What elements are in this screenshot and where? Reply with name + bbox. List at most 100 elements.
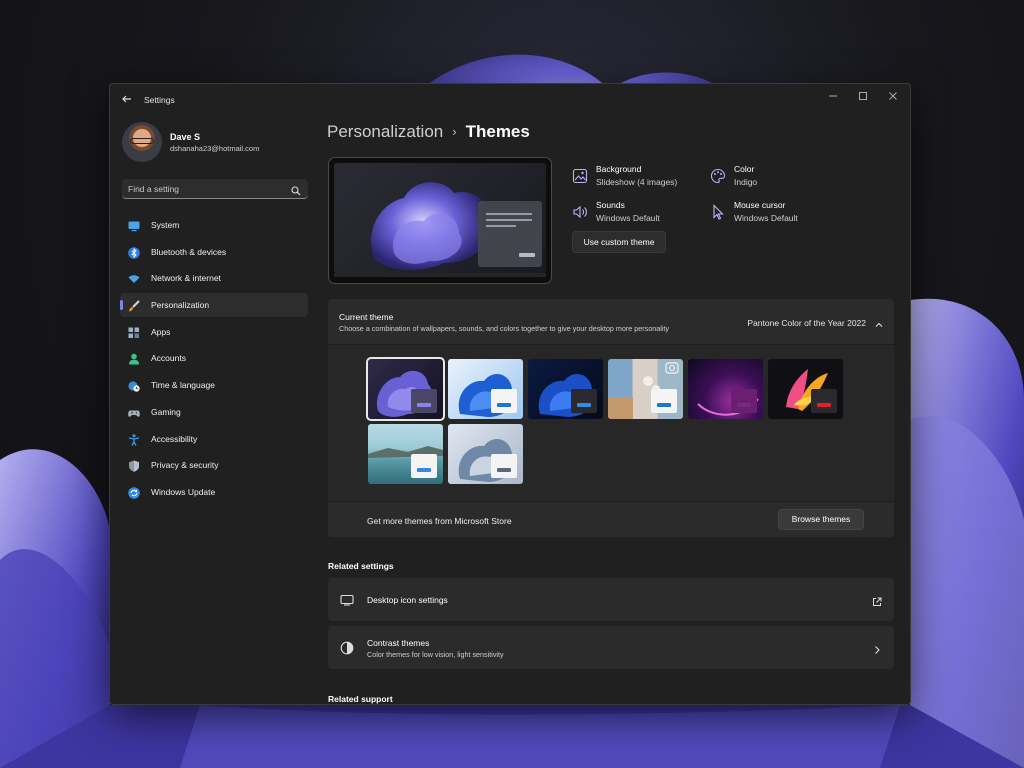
- app-title: Settings: [144, 95, 175, 105]
- contrast-themes-subtitle: Color themes for low vision, light sensi…: [367, 650, 504, 659]
- sidebar-item-windows-update[interactable]: Windows Update: [120, 480, 308, 504]
- desktop-icon-settings-row[interactable]: Desktop icon settings: [328, 578, 894, 621]
- sidebar-item-network[interactable]: Network & internet: [120, 266, 308, 290]
- breadcrumb: Personalization › Themes: [327, 122, 530, 142]
- theme-thumb-bloom-light[interactable]: [448, 424, 523, 484]
- browse-themes-button[interactable]: Browse themes: [778, 509, 864, 530]
- sidebar-item-personalization[interactable]: Personalization: [120, 293, 308, 318]
- close-button[interactable]: [878, 89, 908, 109]
- current-theme-subtitle: Choose a combination of wallpapers, soun…: [339, 324, 670, 333]
- brush-icon: [128, 299, 140, 312]
- search-box: [122, 179, 308, 199]
- preview-taskbar: [334, 273, 546, 277]
- sounds-value: Windows Default: [596, 213, 660, 223]
- theme-thumb-indigo-bloom[interactable]: [366, 357, 445, 421]
- sidebar-item-system[interactable]: System: [120, 213, 308, 237]
- sidebar-item-time-language[interactable]: Time & language: [120, 373, 308, 397]
- sidebar-item-label: Time & language: [151, 380, 215, 391]
- profile-email: dshanaha23@hotmail.com: [170, 144, 260, 153]
- theme-thumb-windows-dark[interactable]: [528, 359, 603, 419]
- cursor-icon: [710, 204, 726, 220]
- sidebar-item-accounts[interactable]: Accounts: [120, 346, 308, 370]
- store-row: Get more themes from Microsoft Store Bro…: [328, 501, 894, 537]
- preview-screen: [334, 163, 546, 273]
- maximize-button[interactable]: [848, 89, 878, 109]
- contrast-themes-title: Contrast themes: [367, 638, 430, 648]
- theme-gallery: [328, 345, 894, 501]
- search-input[interactable]: [128, 182, 278, 196]
- sidebar-item-label: Bluetooth & devices: [151, 246, 227, 257]
- monitor-icon: [128, 219, 140, 232]
- shield-icon: [128, 459, 140, 472]
- theme-thumb-flow[interactable]: [768, 359, 843, 419]
- back-arrow-icon[interactable]: [120, 93, 134, 107]
- chevron-right-icon: [872, 642, 882, 654]
- theme-thumb-glow[interactable]: [688, 359, 763, 419]
- current-theme-title: Current theme: [339, 312, 394, 322]
- wifi-icon: [128, 272, 140, 284]
- user-profile[interactable]: Dave S dshanaha23@hotmail.com: [122, 122, 312, 164]
- theme-thumb-captured-motion[interactable]: [608, 359, 683, 419]
- gamepad-icon: [128, 406, 140, 418]
- current-theme-header[interactable]: Current theme Choose a combination of wa…: [328, 299, 894, 345]
- desktop-icon: [340, 593, 354, 607]
- globe-clock-icon: [128, 379, 140, 392]
- background-setting[interactable]: Background Slideshow (4 images): [572, 164, 702, 192]
- color-title: Color: [734, 164, 755, 174]
- person-icon: [128, 352, 140, 365]
- sidebar-item-label: System: [151, 220, 180, 230]
- mouse-cursor-setting[interactable]: Mouse cursor Windows Default: [710, 200, 840, 228]
- breadcrumb-parent[interactable]: Personalization: [327, 122, 443, 141]
- related-support-heading: Related support: [328, 694, 393, 704]
- contrast-icon: [340, 641, 354, 655]
- store-text: Get more themes from Microsoft Store: [367, 516, 512, 526]
- sidebar-item-gaming[interactable]: Gaming: [120, 400, 308, 424]
- sidebar-item-bluetooth[interactable]: Bluetooth & devices: [120, 240, 308, 264]
- image-icon: [572, 168, 588, 184]
- title-bar: Settings: [110, 84, 910, 116]
- accessibility-icon: [128, 433, 140, 446]
- background-title: Background: [596, 164, 642, 174]
- breadcrumb-separator: ›: [452, 124, 457, 139]
- color-value: Indigo: [734, 177, 758, 187]
- desktop-icon-settings-title: Desktop icon settings: [367, 595, 448, 605]
- settings-window: Settings Dave S dshanaha23@hotmail.com S…: [109, 83, 911, 705]
- sidebar-item-privacy-security[interactable]: Privacy & security: [120, 453, 308, 477]
- use-custom-theme-button[interactable]: Use custom theme: [572, 231, 666, 253]
- sidebar-item-label: Apps: [151, 326, 171, 337]
- sidebar-item-label: Network & internet: [151, 273, 221, 284]
- sidebar-item-accessibility[interactable]: Accessibility: [120, 427, 308, 451]
- theme-thumb-windows-light[interactable]: [448, 359, 523, 419]
- preview-window: [478, 201, 542, 267]
- chevron-up-icon[interactable]: [874, 317, 884, 327]
- theme-preview: [328, 157, 552, 284]
- minimize-button[interactable]: [818, 89, 848, 109]
- sidebar-item-label: Personalization: [151, 300, 210, 311]
- palette-icon: [710, 168, 726, 184]
- page-title: Themes: [465, 122, 530, 141]
- sidebar-item-label: Accessibility: [151, 433, 198, 444]
- sidebar-item-label: Windows Update: [151, 486, 216, 497]
- theme-thumb-sunrise-lake[interactable]: [368, 424, 443, 484]
- sidebar-item-apps[interactable]: Apps: [120, 320, 308, 344]
- sidebar-item-label: Gaming: [151, 406, 181, 417]
- current-theme-value: Pantone Color of the Year 2022: [747, 318, 866, 328]
- profile-name: Dave S: [170, 132, 201, 142]
- current-theme-card: Current theme Choose a combination of wa…: [328, 299, 894, 537]
- related-settings-heading: Related settings: [328, 561, 394, 571]
- search-icon[interactable]: [291, 183, 301, 196]
- speaker-icon: [572, 204, 588, 220]
- contrast-themes-row[interactable]: Contrast themes Color themes for low vis…: [328, 626, 894, 669]
- sounds-setting[interactable]: Sounds Windows Default: [572, 200, 702, 228]
- bluetooth-icon: [128, 246, 140, 259]
- sidebar-item-label: Privacy & security: [151, 460, 219, 471]
- sidebar-nav: System Bluetooth & devices Network & int…: [120, 213, 308, 507]
- apps-icon: [128, 326, 140, 338]
- sidebar-item-label: Accounts: [151, 353, 186, 364]
- color-setting[interactable]: Color Indigo: [710, 164, 840, 192]
- cursor-value: Windows Default: [734, 213, 798, 223]
- external-link-icon: [872, 594, 882, 606]
- background-value: Slideshow (4 images): [596, 177, 678, 187]
- avatar: [122, 122, 162, 162]
- cursor-title: Mouse cursor: [734, 200, 786, 210]
